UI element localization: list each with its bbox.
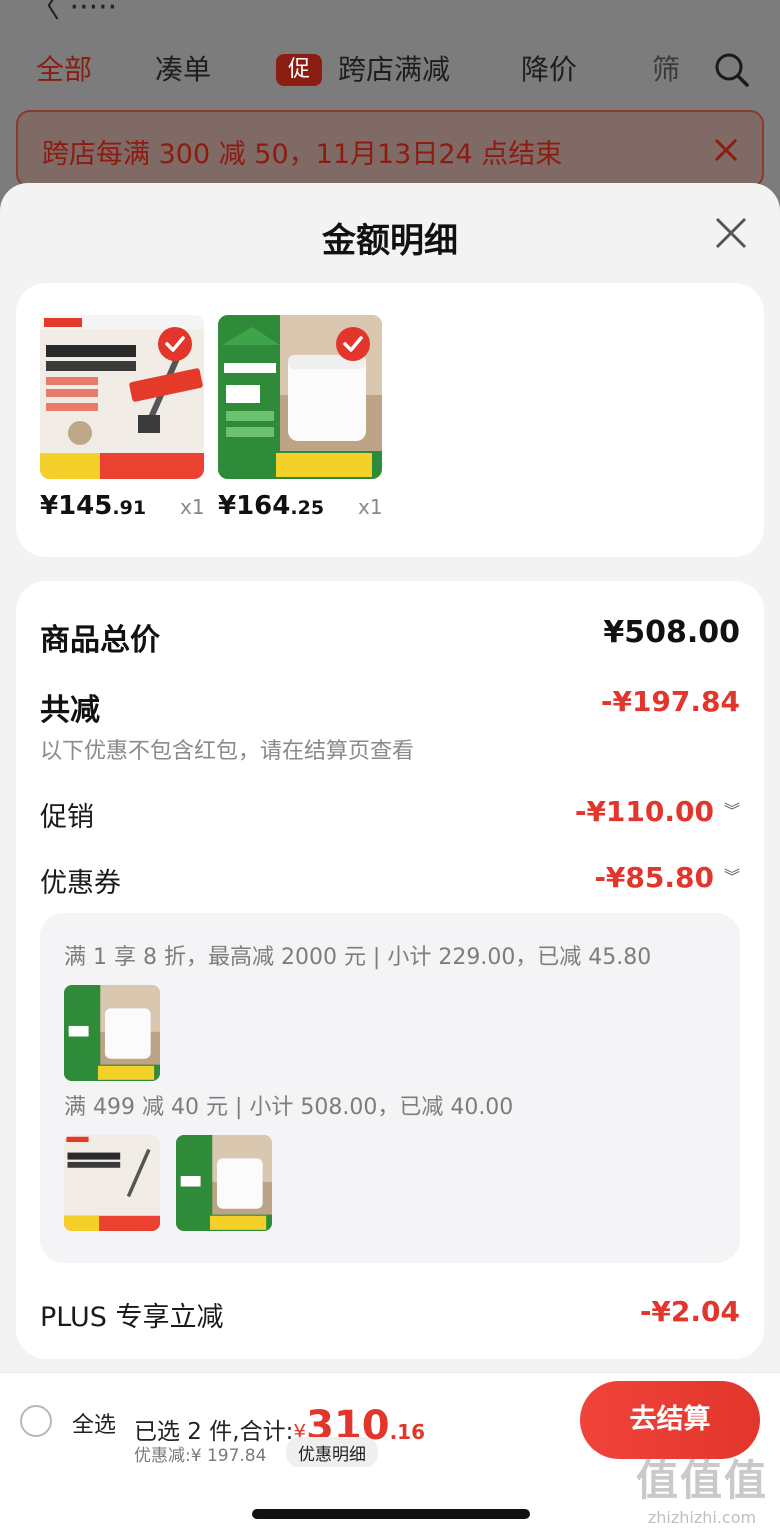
selected-check-icon bbox=[158, 327, 192, 361]
search-icon[interactable] bbox=[714, 52, 750, 88]
discount-detail-button[interactable]: 优惠明细 bbox=[286, 1437, 378, 1468]
discount-note: 优惠减:¥ 197.84 bbox=[134, 1446, 267, 1466]
selected-products-card: ¥145.91 x1 ¥164.25 x1 bbox=[16, 283, 764, 557]
plus-discount-row: PLUS 专享立减 -¥2.04 bbox=[40, 1295, 740, 1335]
tab-cross-store[interactable]: 促跨店满减 bbox=[276, 48, 450, 88]
product-quantity: x1 bbox=[180, 495, 205, 519]
selected-check-icon bbox=[336, 327, 370, 361]
tab-filter[interactable]: 筛 bbox=[652, 48, 680, 88]
vacuum-thumbnail bbox=[64, 1135, 160, 1231]
total-price-label: 商品总价 bbox=[40, 623, 160, 658]
total-reduction-value: -¥197.84 bbox=[600, 685, 740, 718]
coupon-label: 优惠券 bbox=[40, 868, 121, 899]
total-reduction-row: 共减 -¥197.84 bbox=[40, 685, 740, 728]
page-top-cut: 〈 ····· bbox=[30, 0, 118, 25]
background-page: 〈 ····· 全部 凑单 促跨店满减 降价 筛 跨店每满 300 减 50，1… bbox=[0, 0, 780, 200]
close-icon[interactable] bbox=[712, 136, 740, 164]
coupon-row[interactable]: 优惠券 -¥85.80 ︾ bbox=[40, 861, 740, 901]
rice-cooker-thumbnail bbox=[176, 1135, 272, 1231]
total-price-value: ¥508.00 bbox=[603, 615, 740, 650]
product-price: ¥145.91 bbox=[40, 491, 147, 521]
tab-price-drop[interactable]: 降价 bbox=[521, 48, 577, 88]
filter-tabs: 全部 凑单 促跨店满减 降价 筛 bbox=[0, 48, 780, 92]
product-item[interactable]: ¥164.25 x1 bbox=[218, 315, 383, 541]
coupon-value: -¥85.80 ︾ bbox=[594, 861, 740, 894]
promo-notice-banner: 跨店每满 300 减 50，11月13日24 点结束 bbox=[16, 110, 764, 188]
product-price: ¥164.25 bbox=[218, 491, 325, 521]
close-icon[interactable] bbox=[714, 216, 748, 250]
coupon-detail-box: 满 1 享 8 折，最高减 2000 元 | 小计 229.00，已减 45.8… bbox=[40, 913, 740, 1263]
home-indicator bbox=[252, 1509, 530, 1519]
promotion-label: 促销 bbox=[40, 802, 94, 833]
sheet-title: 金额明细 bbox=[322, 221, 458, 261]
tab-combine[interactable]: 凑单 bbox=[155, 48, 211, 88]
product-quantity: x1 bbox=[358, 495, 383, 519]
amount-detail-sheet: 金额明细 ¥145.91 x1 ¥164.25 x1 商品总价 ¥508.00 … bbox=[0, 183, 780, 1535]
plus-discount-value: -¥2.04 bbox=[639, 1295, 740, 1328]
chevron-down-icon: ︾ bbox=[723, 801, 740, 820]
promo-badge: 促 bbox=[276, 54, 322, 86]
product-item[interactable]: ¥145.91 x1 bbox=[40, 315, 205, 541]
site-watermark: 值值值 zhizhizhi.com bbox=[635, 1456, 768, 1527]
notice-text: 跨店每满 300 减 50，11月13日24 点结束 bbox=[42, 139, 563, 170]
vacuum-product-image[interactable] bbox=[40, 315, 204, 479]
promotion-row[interactable]: 促销 -¥110.00 ︾ bbox=[40, 795, 740, 835]
rice-cooker-product-image[interactable] bbox=[218, 315, 382, 479]
coupon-detail-line: 满 499 减 40 元 | 小计 508.00，已减 40.00 bbox=[64, 1095, 514, 1120]
reduction-note: 以下优惠不包含红包，请在结算页查看 bbox=[40, 739, 415, 764]
price-summary-card: 商品总价 ¥508.00 共减 -¥197.84 以下优惠不包含红包，请在结算页… bbox=[16, 581, 764, 1359]
plus-discount-label: PLUS 专享立减 bbox=[40, 1302, 224, 1333]
chevron-down-icon: ︾ bbox=[723, 867, 740, 886]
rice-cooker-thumbnail bbox=[64, 985, 160, 1081]
select-all-radio[interactable] bbox=[20, 1405, 52, 1437]
home-area: 值值值 zhizhizhi.com bbox=[0, 1456, 780, 1535]
total-reduction-label: 共减 bbox=[40, 693, 100, 728]
total-price-row: 商品总价 ¥508.00 bbox=[40, 615, 740, 658]
coupon-detail-line: 满 1 享 8 折，最高减 2000 元 | 小计 229.00，已减 45.8… bbox=[64, 945, 652, 970]
promotion-value: -¥110.00 ︾ bbox=[574, 795, 740, 828]
tab-all[interactable]: 全部 bbox=[36, 48, 92, 88]
tab-cross-store-label: 跨店满减 bbox=[338, 53, 451, 86]
select-all-label[interactable]: 全选 bbox=[72, 1407, 116, 1439]
